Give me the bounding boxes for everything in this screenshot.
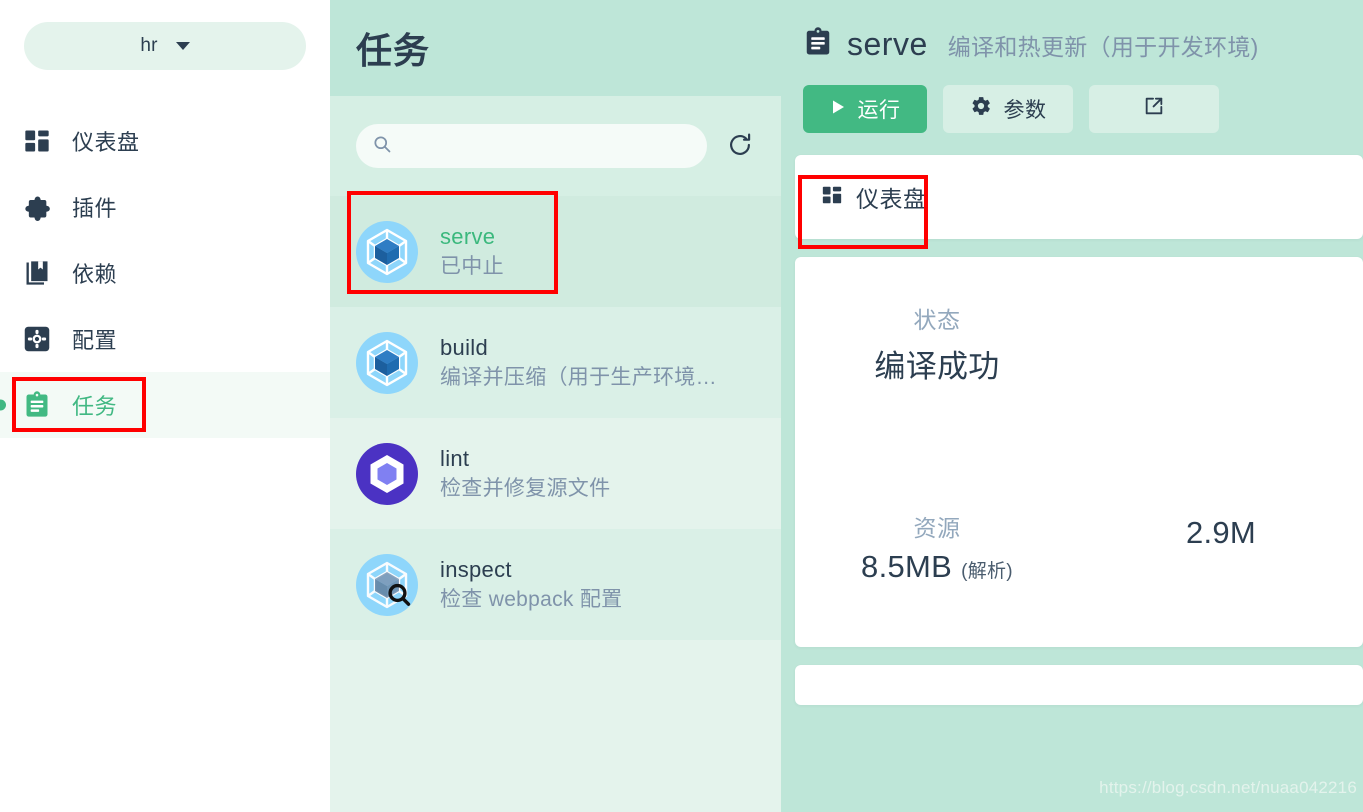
- task-status: 检查 webpack 配置: [440, 587, 623, 611]
- task-list-item-inspect[interactable]: inspect 检查 webpack 配置: [330, 529, 781, 640]
- refresh-button[interactable]: [721, 127, 759, 165]
- task-status: 检查并修复源文件: [440, 476, 611, 500]
- stat-value: 8.5MB (解析): [861, 549, 1013, 585]
- task-status: 编译并压缩（用于生产环境…: [440, 365, 717, 389]
- webpack-icon: [356, 331, 418, 394]
- stat-status: 状态 编译成功: [795, 301, 1079, 449]
- stat-label: 状态: [913, 307, 961, 333]
- task-texts: lint 检查并修复源文件: [440, 445, 610, 502]
- stat-assets: 资源 8.5MB (解析): [795, 509, 1079, 648]
- open-external-button[interactable]: [1089, 85, 1219, 133]
- external-link-icon: [1143, 95, 1165, 123]
- search-icon: [372, 134, 392, 159]
- params-button[interactable]: 参数: [943, 85, 1073, 133]
- stat-number: 8.5MB: [861, 548, 953, 584]
- gear-icon: [22, 324, 52, 354]
- dashboard-icon: [22, 126, 52, 156]
- sidebar-item-label: 依赖: [72, 262, 118, 287]
- clipboard-icon: [22, 390, 52, 420]
- task-detail-title-row: serve 编译和热更新（用于开发环境): [803, 26, 1363, 63]
- task-detail-subtitle: 编译和热更新（用于开发环境): [947, 33, 1259, 60]
- stats-grid: 状态 编译成功 资源 8.5MB (解析) 2.9M: [795, 301, 1363, 647]
- sidebar-item-dependencies[interactable]: 依赖: [0, 240, 330, 306]
- task-name: serve: [440, 224, 496, 250]
- play-icon: [830, 97, 846, 121]
- task-texts: serve 已中止: [440, 223, 504, 280]
- stat-secondary-bottom: 2.9M: [1079, 509, 1363, 648]
- task-status: 已中止: [440, 254, 504, 278]
- page-title: 任务: [356, 30, 431, 71]
- book-icon: [22, 258, 52, 288]
- project-selector-container: hr: [0, 0, 330, 70]
- project-name: hr: [140, 35, 158, 56]
- sidebar-nav: 仪表盘 插件 依赖 配置 任务: [0, 108, 330, 438]
- dashboard-card-label: 仪表盘: [856, 186, 927, 212]
- stats-card: 状态 编译成功 资源 8.5MB (解析) 2.9M: [795, 257, 1363, 647]
- task-name: lint: [440, 446, 470, 472]
- task-list-header: 任务: [330, 0, 781, 96]
- eslint-icon: [356, 442, 418, 505]
- run-button[interactable]: 运行: [803, 85, 927, 133]
- watermark: https://blog.csdn.net/nuaa042216: [1099, 778, 1357, 797]
- active-indicator-dot: [0, 399, 6, 411]
- dashboard-icon: [821, 184, 843, 211]
- project-selector[interactable]: hr: [24, 22, 306, 70]
- task-list-item-lint[interactable]: lint 检查并修复源文件: [330, 418, 781, 529]
- task-detail-actions: 运行 参数: [803, 85, 1363, 133]
- params-button-label: 参数: [1003, 99, 1047, 122]
- sidebar-item-configuration[interactable]: 配置: [0, 306, 330, 372]
- task-detail-header: serve 编译和热更新（用于开发环境) 运行 参数: [781, 0, 1363, 133]
- stat-value: 编译成功: [874, 349, 1000, 384]
- stat-label: 资源: [913, 514, 961, 541]
- sidebar-item-label: 插件: [72, 196, 118, 221]
- webpack-icon: [356, 220, 418, 283]
- sidebar-item-dashboard[interactable]: 仪表盘: [0, 108, 330, 174]
- task-search-row: [330, 96, 781, 196]
- chevron-down-icon: [175, 42, 190, 50]
- sidebar-item-label: 仪表盘: [72, 130, 140, 155]
- dashboard-card: 仪表盘: [795, 155, 1363, 239]
- task-detail-panel: serve 编译和热更新（用于开发环境) 运行 参数 仪表盘 状态 编译成功 资…: [781, 0, 1363, 812]
- run-button-label: 运行: [857, 99, 901, 122]
- app-root: hr 仪表盘 插件 依赖 配置 任务 任务 serve 已中止 build 编译…: [0, 0, 1363, 812]
- task-list-item-serve[interactable]: serve 已中止: [330, 196, 781, 307]
- task-list: serve 已中止 build 编译并压缩（用于生产环境… lint 检查并修复…: [330, 196, 781, 812]
- task-detail-title: serve: [847, 26, 928, 62]
- task-texts: build 编译并压缩（用于生产环境…: [440, 334, 717, 391]
- sidebar: hr 仪表盘 插件 依赖 配置 任务: [0, 0, 330, 812]
- next-card-partial: [795, 665, 1363, 705]
- task-name: build: [440, 335, 488, 361]
- task-name: inspect: [440, 557, 512, 583]
- task-texts: inspect 检查 webpack 配置: [440, 556, 622, 613]
- sidebar-item-label: 任务: [72, 394, 118, 419]
- search-input-container[interactable]: [356, 124, 707, 168]
- sidebar-item-plugins[interactable]: 插件: [0, 174, 330, 240]
- search-input[interactable]: [402, 137, 691, 155]
- task-list-panel: 任务 serve 已中止 build 编译并压缩（用于生产环境… lint 检查…: [330, 0, 781, 812]
- task-list-item-build[interactable]: build 编译并压缩（用于生产环境…: [330, 307, 781, 418]
- sidebar-item-label: 配置: [72, 328, 118, 353]
- puzzle-icon: [22, 192, 52, 222]
- stat-secondary-top: [1079, 301, 1363, 449]
- stat-value: 2.9M: [1185, 514, 1257, 550]
- refresh-icon: [727, 132, 753, 161]
- task-detail-cards: 仪表盘 状态 编译成功 资源 8.5MB (解析) 2.9M: [781, 155, 1363, 705]
- gear-icon: [970, 95, 992, 123]
- webpack-inspect-icon: [356, 553, 418, 616]
- sidebar-item-tasks[interactable]: 任务: [0, 372, 330, 438]
- stat-unit: (解析): [961, 560, 1013, 582]
- clipboard-icon: [803, 27, 833, 62]
